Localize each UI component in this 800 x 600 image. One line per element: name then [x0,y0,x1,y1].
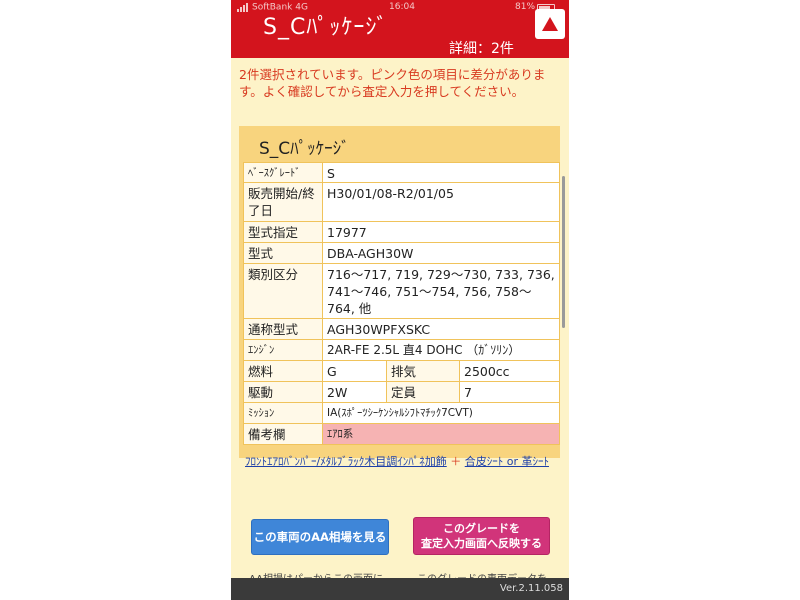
model-label: 型式 [243,242,323,264]
common-model-value: AGH30WPFXSKC [322,318,560,340]
clock: 16:04 [389,2,415,12]
common-model-label: 通称型式 [243,318,323,340]
footer-bar: Ver.2.11.058 [231,578,569,600]
scroll-top-button[interactable] [535,9,565,39]
fuel-label: 燃料 [243,360,323,382]
row-category: 類別区分 716〜717, 719, 729〜730, 733, 736, 74… [243,263,560,319]
diff-notice: 2件選択されています。ピンク色の項目に差分があります。よく確認してから査定入力を… [239,67,546,99]
row-fuel: 燃料 G 排気 2500cc [243,360,560,382]
remarks-plus: ＋ [450,455,462,468]
capacity-value: 7 [459,381,560,403]
phone-screen: SoftBank 4G 16:04 81% S_Cﾊﾟｯｹｰｼﾞ 詳細：2件 2… [231,0,569,600]
remarks-label: 備考欄 [243,423,323,445]
scrollbar[interactable] [562,176,565,328]
row-common-model: 通称型式 AGH30WPFXSKC [243,318,560,340]
row-base-grade: ﾍﾞｰｽｸﾞﾚｰﾄﾞ S [243,162,560,183]
displacement-label: 排気 [386,360,460,382]
page-title: S_Cﾊﾟｯｹｰｼﾞ [263,15,389,40]
remarks-value: ｴｱﾛ系 [322,423,560,445]
aa-market-button[interactable]: この車両のAA相場を見る [251,519,389,555]
detail-count: 詳細：2件 [449,41,514,57]
category-value: 716〜717, 719, 729〜730, 733, 736, 741〜746… [322,263,560,319]
drive-value: 2W [322,381,387,403]
drive-label: 駆動 [243,381,323,403]
sales-period-value: H30/01/08-R2/01/05 [322,182,560,222]
base-grade-label: ﾍﾞｰｽｸﾞﾚｰﾄﾞ [243,162,323,183]
remarks-detail: ﾌﾛﾝﾄｴｱﾛﾊﾞﾝﾊﾟｰ/ﾒﾀﾙﾌﾞﾗｯｸ木目調ｲﾝﾊﾟﾈ加飾 ＋ 合皮ｼｰﾄ… [245,454,563,470]
mission-value: IA(ｽﾎﾟｰﾂｼｰｹﾝｼｬﾙｼﾌﾄﾏﾁｯｸ7CVT) [322,402,560,424]
version-label: Ver.2.11.058 [499,583,563,594]
model-designation-value: 17977 [322,221,560,243]
category-label: 類別区分 [243,263,323,319]
row-mission: ﾐｯｼｮﾝ IA(ｽﾎﾟｰﾂｼｰｹﾝｼｬﾙｼﾌﾄﾏﾁｯｸ7CVT) [243,402,560,424]
row-remarks: 備考欄 ｴｱﾛ系 [243,423,560,445]
row-model: 型式 DBA-AGH30W [243,242,560,264]
row-engine: ｴﾝｼﾞﾝ 2AR-FE 2.5L 直4 DOHC （ｶﾞｿﾘﾝ） [243,339,560,361]
remarks-link-front-aero[interactable]: ﾌﾛﾝﾄｴｱﾛﾊﾞﾝﾊﾟｰ/ﾒﾀﾙﾌﾞﾗｯｸ木目調ｲﾝﾊﾟﾈ加飾 [245,455,447,468]
sales-period-label: 販売開始/終了日 [243,182,323,222]
model-value: DBA-AGH30W [322,242,560,264]
engine-value: 2AR-FE 2.5L 直4 DOHC （ｶﾞｿﾘﾝ） [322,339,560,361]
row-model-designation: 型式指定 17977 [243,221,560,243]
displacement-value: 2500cc [459,360,560,382]
mission-label: ﾐｯｼｮﾝ [243,402,323,424]
model-designation-label: 型式指定 [243,221,323,243]
fuel-value: G [322,360,387,382]
base-grade-value: S [322,162,560,183]
card-title: S_Cﾊﾟｯｹｰｼﾞ [259,139,350,159]
reflect-grade-label-2: 査定入力画面へ反映する [421,537,542,550]
remarks-link-seat[interactable]: 合皮ｼｰﾄ or 革ｼｰﾄ [465,455,549,468]
engine-label: ｴﾝｼﾞﾝ [243,339,323,361]
signal-icon [237,2,249,12]
reflect-grade-button[interactable]: このグレードを 査定入力画面へ反映する [413,517,550,555]
triangle-up-icon [542,17,558,31]
app-header: SoftBank 4G 16:04 81% S_Cﾊﾟｯｹｰｼﾞ 詳細：2件 [231,0,569,58]
reflect-grade-label-1: このグレードを [443,522,520,535]
capacity-label: 定員 [386,381,460,403]
battery-percent: 81% [515,2,536,12]
row-drive: 駆動 2W 定員 7 [243,381,560,403]
row-sales-period: 販売開始/終了日 H30/01/08-R2/01/05 [243,182,560,222]
